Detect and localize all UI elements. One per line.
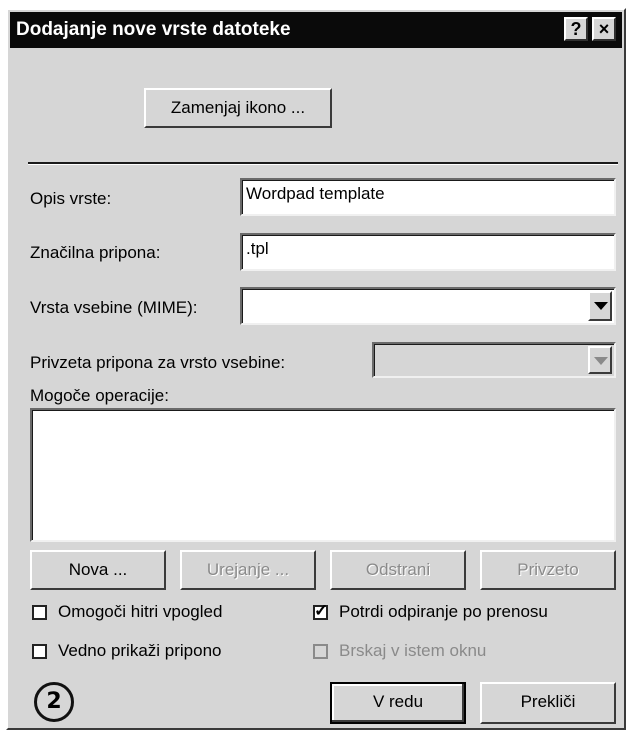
remove-action-button[interactable]: Odstrani [330, 550, 466, 590]
change-icon-button[interactable]: Zamenjaj ikono ... [144, 88, 332, 128]
close-button[interactable]: × [592, 17, 616, 41]
default-action-button[interactable]: Privzeto [480, 550, 616, 590]
extension-label: Značilna pripona: [30, 243, 161, 262]
browse-same-window-label[interactable]: Brskaj v istem oknu [339, 641, 486, 661]
window-title: Dodajanje nove vrste datoteke [16, 19, 291, 40]
mime-dropdown-button[interactable] [588, 291, 612, 321]
separator [28, 162, 618, 165]
default-extension-dropdown-button[interactable] [588, 346, 612, 374]
always-show-extension-checkbox[interactable] [32, 644, 47, 659]
default-extension-dropdown[interactable] [372, 342, 616, 378]
browse-same-window-checkbox[interactable] [313, 644, 328, 659]
description-value: Wordpad template [246, 184, 385, 203]
mime-label: Vrsta vsebine (MIME): [30, 298, 198, 317]
help-icon: ? [570, 19, 582, 39]
step-number-badge: 2 [34, 682, 74, 722]
actions-list[interactable] [30, 408, 616, 542]
chevron-down-icon [594, 357, 608, 365]
new-action-button[interactable]: Nova ... [30, 550, 166, 590]
title-bar: Dodajanje nove vrste datoteke ? × [10, 12, 622, 48]
actions-label: Mogoče operacije: [30, 386, 169, 405]
checkmark-icon: ✓ [314, 601, 329, 620]
help-button[interactable]: ? [564, 17, 588, 41]
confirm-open-checkbox[interactable]: ✓ [313, 601, 328, 620]
quick-view-checkbox[interactable] [32, 605, 47, 620]
add-file-type-dialog: Dodajanje nove vrste datoteke ? × Zamenj… [6, 8, 626, 730]
chevron-down-icon [594, 302, 608, 310]
confirm-open-label[interactable]: Potrdi odpiranje po prenosu [339, 602, 548, 622]
always-show-extension-label[interactable]: Vedno prikaži pripono [58, 641, 222, 661]
quick-view-label[interactable]: Omogoči hitri vpogled [58, 602, 222, 622]
cancel-button[interactable]: Prekliči [480, 682, 616, 724]
extension-value: .tpl [246, 239, 269, 258]
close-icon: × [598, 19, 610, 39]
mime-dropdown[interactable] [240, 287, 616, 325]
description-input[interactable]: Wordpad template [240, 178, 616, 216]
description-label: Opis vrste: [30, 189, 112, 208]
ok-button[interactable]: V redu [330, 682, 466, 724]
default-extension-label: Privzeta pripona za vrsto vsebine: [30, 353, 286, 372]
extension-input[interactable]: .tpl [240, 233, 616, 271]
edit-action-button[interactable]: Urejanje ... [180, 550, 316, 590]
